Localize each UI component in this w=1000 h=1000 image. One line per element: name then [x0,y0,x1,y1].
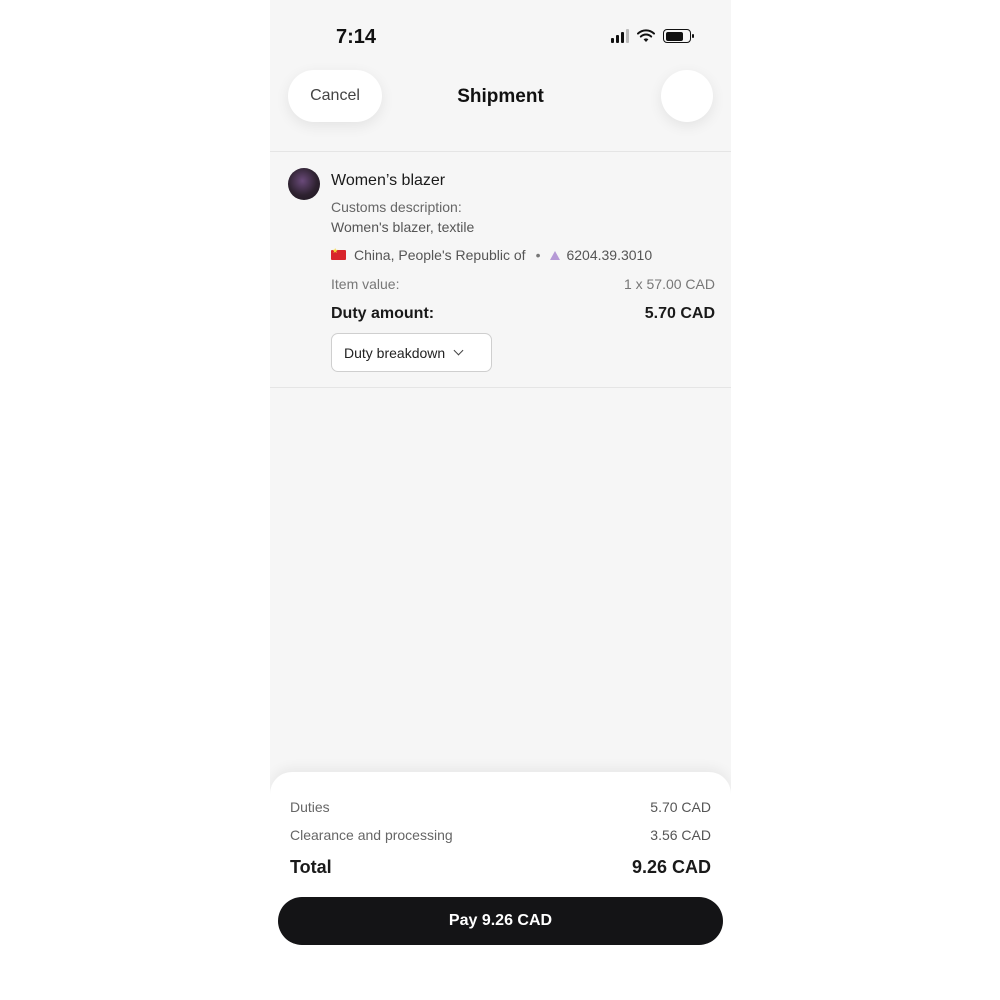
chevron-down-icon [453,345,464,356]
pay-button[interactable]: Pay 9.26 CAD [278,897,723,945]
navigation-bar: Cancel Shipment [270,70,731,152]
item-value-amount: 1 x 57.00 CAD [623,276,715,292]
cellular-signal-icon [611,29,629,43]
hs-code: 6204.39.3010 [566,247,653,263]
more-button[interactable] [661,70,713,122]
duty-amount-value: 5.70 CAD [644,305,715,322]
duties-label: Duties [290,799,330,815]
separator-dot: • [535,247,541,263]
duty-amount-label: Duty amount: [331,305,435,322]
tariff-code-icon [550,250,561,260]
total-label: Total [290,857,332,877]
item-name: Women’s blazer [331,172,446,189]
origin-country: China, People's Republic of [354,247,526,263]
origin-row: China, People's Republic of • 6204.39.30… [331,247,652,263]
customs-description-value: Women's blazer, textile [331,219,475,235]
clearance-value: 3.56 CAD [650,827,711,843]
status-bar: 7:14 [270,0,731,70]
phone-screen: 7:14 Cancel Shipment Women’s blazer Cust… [270,0,731,1000]
total-value: 9.26 CAD [631,857,711,877]
shipment-item: Women’s blazer Customs description: Wome… [270,152,731,388]
duty-breakdown-dropdown[interactable]: Duty breakdown [331,333,492,372]
china-flag-icon [331,247,346,260]
wifi-icon [637,29,655,42]
product-thumbnail [288,168,320,200]
customs-description-label: Customs description: [331,199,462,215]
status-time: 7:14 [336,26,377,48]
item-value-label: Item value: [331,276,400,292]
clearance-label: Clearance and processing [290,827,453,843]
duty-breakdown-label: Duty breakdown [344,344,446,361]
status-icons [611,29,694,43]
payment-summary-sheet: Duties 5.70 CAD Clearance and processing… [270,772,731,1000]
battery-icon [663,29,694,43]
duties-value: 5.70 CAD [650,799,711,815]
